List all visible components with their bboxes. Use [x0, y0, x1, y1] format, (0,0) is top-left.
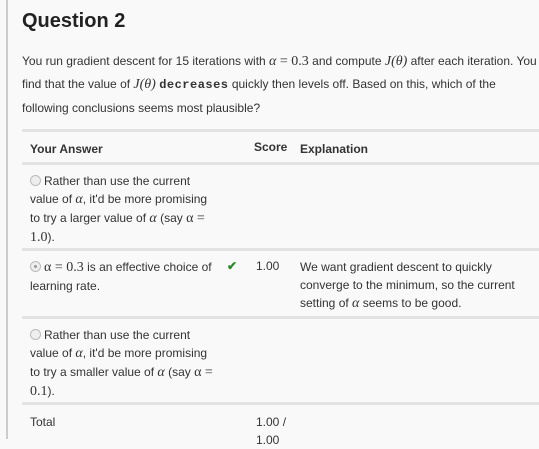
header-explanation: Explanation: [300, 142, 369, 156]
radio-button[interactable]: [30, 329, 41, 340]
table-row: α = 0.3 is an effective choice of learni…: [22, 248, 539, 316]
table-row: Rather than use the current value of α, …: [22, 162, 539, 248]
radio-button-selected[interactable]: [30, 261, 41, 272]
header-answer: Your Answer: [30, 142, 103, 156]
table-header: Your Answer Score Explanation: [22, 129, 539, 162]
total-score: 1.00 / 1.00: [256, 415, 287, 447]
score-value: 1.00: [256, 259, 280, 273]
left-border: [6, 0, 8, 439]
option-1[interactable]: Rather than use the current value of α, …: [30, 172, 220, 247]
table-row: Rather than use the current value of α, …: [22, 316, 539, 402]
question-title: Question 2: [22, 10, 126, 32]
option-2[interactable]: α = 0.3 is an effective choice of learni…: [30, 258, 220, 295]
explanation-text: We want gradient descent to quickly conv…: [300, 260, 515, 311]
answer-table: Your Answer Score Explanation Rather tha…: [22, 129, 539, 447]
radio-button[interactable]: [30, 175, 41, 186]
total-label: Total: [30, 415, 56, 429]
question-text: You run gradient descent for 15 iteratio…: [22, 54, 537, 115]
check-icon: ✔: [227, 259, 238, 273]
option-3[interactable]: Rather than use the current value of α, …: [30, 326, 220, 401]
header-score: Score: [254, 140, 288, 154]
